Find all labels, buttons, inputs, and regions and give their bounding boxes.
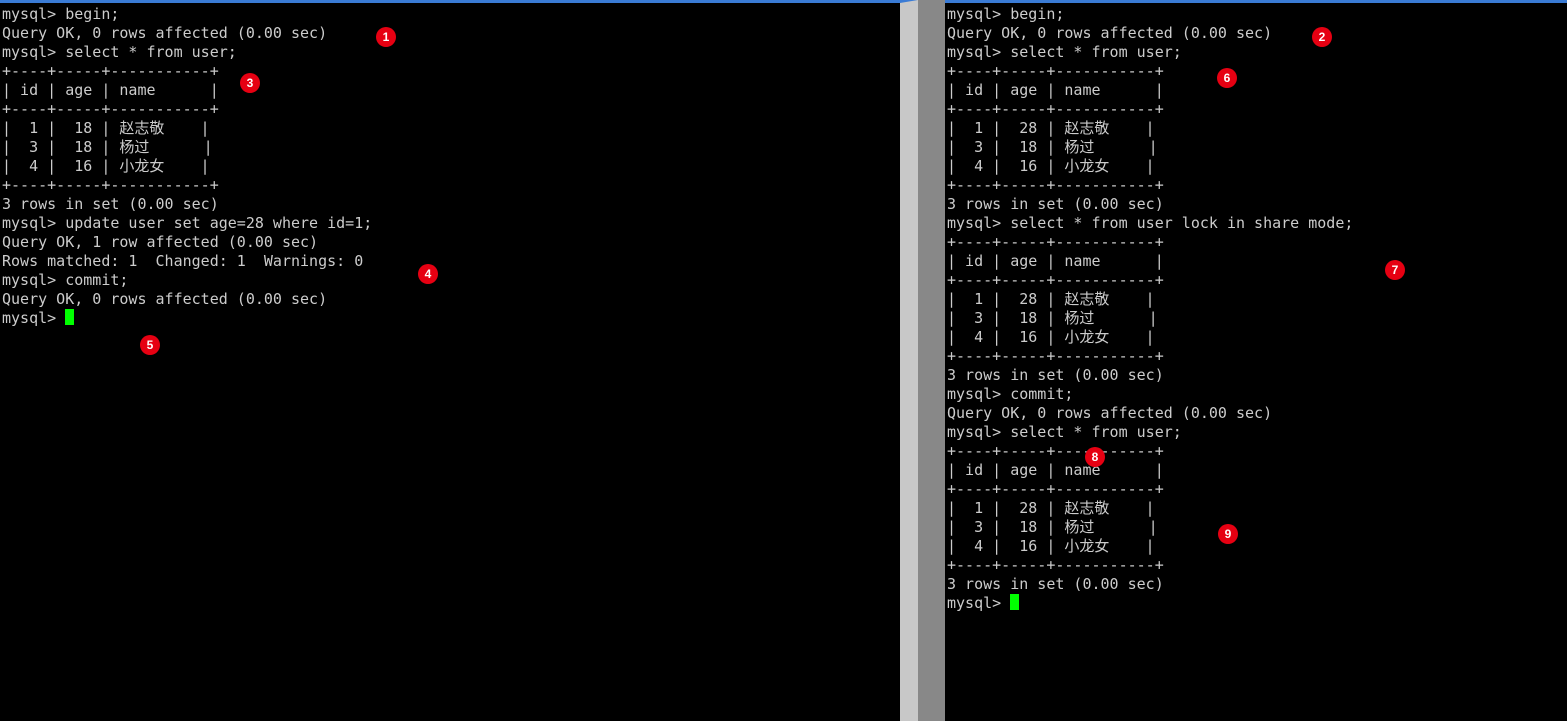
annotation-badge-3: 3 <box>240 73 260 93</box>
terminal-line: +----+-----+-----------+ <box>947 271 1565 290</box>
terminal-line: +----+-----+-----------+ <box>947 100 1565 119</box>
terminal-line: Query OK, 0 rows affected (0.00 sec) <box>947 404 1565 423</box>
terminal-line: 3 rows in set (0.00 sec) <box>2 195 898 214</box>
terminal-line: +----+-----+-----------+ <box>947 442 1565 461</box>
annotation-badge-8: 8 <box>1085 447 1105 467</box>
terminal-line: Query OK, 1 row affected (0.00 sec) <box>2 233 898 252</box>
terminal-line: mysql> select * from user; <box>947 43 1565 62</box>
terminal-line: | id | age | name | <box>947 252 1565 271</box>
terminal-line: 3 rows in set (0.00 sec) <box>947 366 1565 385</box>
annotation-badge-9: 9 <box>1218 524 1238 544</box>
terminal-line: | 4 | 16 | 小龙女 | <box>947 157 1565 176</box>
terminal-line: mysql> select * from user; <box>2 43 898 62</box>
terminal-line: Rows matched: 1 Changed: 1 Warnings: 0 <box>2 252 898 271</box>
terminal-line: | 3 | 18 | 杨过 | <box>947 518 1565 537</box>
terminal-line: +----+-----+-----------+ <box>947 480 1565 499</box>
terminal-line: +----+-----+-----------+ <box>2 62 898 81</box>
terminal-line: | 1 | 28 | 赵志敬 | <box>947 290 1565 309</box>
terminal-line: Query OK, 0 rows affected (0.00 sec) <box>2 24 898 43</box>
terminal-line: 3 rows in set (0.00 sec) <box>947 575 1565 594</box>
terminal-line: | 4 | 16 | 小龙女 | <box>947 537 1565 556</box>
terminal-line: mysql> select * from user; <box>947 423 1565 442</box>
terminal-line: mysql> begin; <box>947 5 1565 24</box>
terminal-line: +----+-----+-----------+ <box>947 347 1565 366</box>
terminal-line: mysql> <box>947 594 1565 613</box>
terminal-line: | 3 | 18 | 杨过 | <box>947 138 1565 157</box>
cursor <box>65 309 74 325</box>
terminal-line: | 1 | 28 | 赵志敬 | <box>947 119 1565 138</box>
terminal-line: +----+-----+-----------+ <box>2 176 898 195</box>
terminal-line: mysql> update user set age=28 where id=1… <box>2 214 898 233</box>
terminal-line: mysql> <box>2 309 898 328</box>
annotation-badge-5: 5 <box>140 335 160 355</box>
terminal-line: | 4 | 16 | 小龙女 | <box>947 328 1565 347</box>
terminal-line: mysql> commit; <box>2 271 898 290</box>
annotation-badge-4: 4 <box>418 264 438 284</box>
annotation-badge-6: 6 <box>1217 68 1237 88</box>
terminal-line: | 3 | 18 | 杨过 | <box>947 309 1565 328</box>
terminal-line: mysql> commit; <box>947 385 1565 404</box>
terminal-line: +----+-----+-----------+ <box>947 176 1565 195</box>
terminal-line: 3 rows in set (0.00 sec) <box>947 195 1565 214</box>
terminal-line: | 3 | 18 | 杨过 | <box>2 138 898 157</box>
terminal-right[interactable]: mysql> begin;Query OK, 0 rows affected (… <box>945 0 1567 721</box>
terminal-left[interactable]: mysql> begin;Query OK, 0 rows affected (… <box>0 0 918 721</box>
terminal-line: | id | age | name | <box>2 81 898 100</box>
terminal-line: Query OK, 0 rows affected (0.00 sec) <box>947 24 1565 43</box>
pane-divider <box>918 0 945 721</box>
cursor <box>1010 594 1019 610</box>
terminal-line: | 1 | 28 | 赵志敬 | <box>947 499 1565 518</box>
terminal-line: mysql> select * from user lock in share … <box>947 214 1565 233</box>
annotation-badge-1: 1 <box>376 27 396 47</box>
annotation-badge-2: 2 <box>1312 27 1332 47</box>
terminal-line: +----+-----+-----------+ <box>947 233 1565 252</box>
terminal-line: mysql> begin; <box>2 5 898 24</box>
terminal-line: +----+-----+-----------+ <box>947 62 1565 81</box>
terminal-line: | id | age | name | <box>947 81 1565 100</box>
annotation-badge-7: 7 <box>1385 260 1405 280</box>
terminal-line: | id | age | name | <box>947 461 1565 480</box>
terminal-line: Query OK, 0 rows affected (0.00 sec) <box>2 290 898 309</box>
terminal-line: | 4 | 16 | 小龙女 | <box>2 157 898 176</box>
terminal-line: +----+-----+-----------+ <box>947 556 1565 575</box>
terminal-line: | 1 | 18 | 赵志敬 | <box>2 119 898 138</box>
terminal-line: +----+-----+-----------+ <box>2 100 898 119</box>
